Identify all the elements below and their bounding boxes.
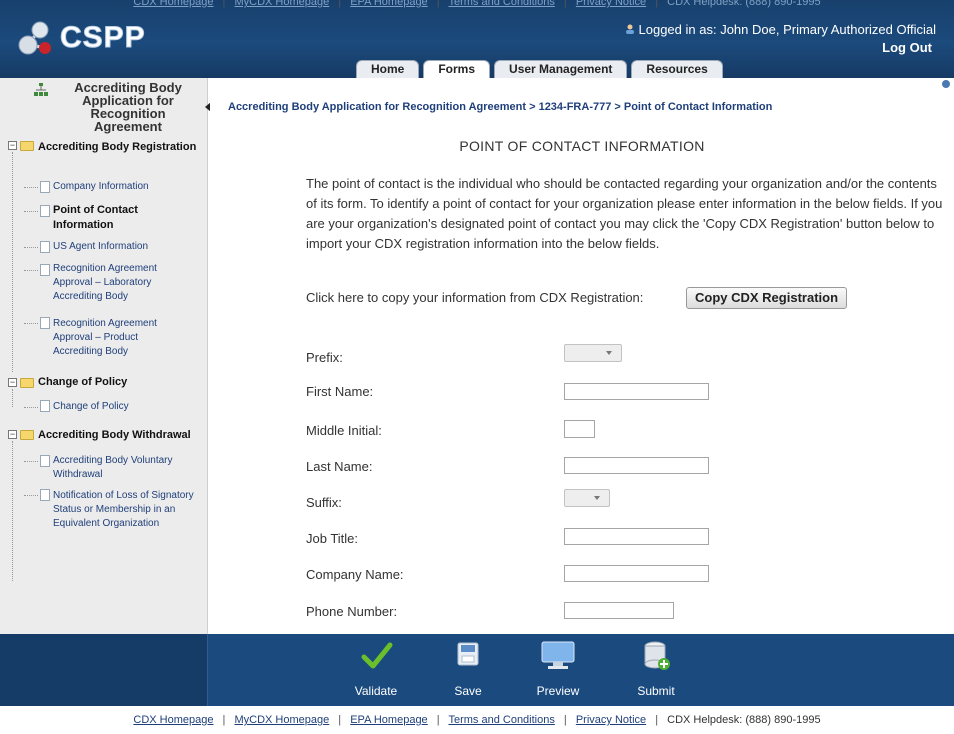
section-accrediting-body-withdrawal[interactable]: Accrediting Body Withdrawal: [38, 427, 191, 443]
suffix-select[interactable]: [564, 489, 610, 507]
document-icon: [40, 181, 50, 193]
sidebar-item-point-of-contact[interactable]: Point of Contact Information: [53, 203, 163, 233]
footer-link-terms[interactable]: Terms and Conditions: [448, 714, 554, 726]
header-bar: CDX Homepage | MyCDX Homepage | EPA Home…: [0, 0, 954, 78]
save-label: Save: [454, 684, 482, 698]
submit-label: Submit: [637, 684, 675, 698]
middle-initial-label: Middle Initial:: [306, 423, 382, 438]
logo-molecule-icon: [16, 18, 56, 58]
top-link-terms[interactable]: Terms and Conditions: [448, 0, 554, 8]
user-icon: [625, 22, 635, 34]
company-name-label: Company Name:: [306, 567, 404, 582]
tab-resources[interactable]: Resources: [631, 60, 723, 78]
sidebar-item-change-of-policy[interactable]: Change of Policy: [53, 399, 203, 415]
logout-link[interactable]: Log Out: [882, 40, 932, 55]
checkmark-icon: [361, 642, 393, 669]
phone-number-label: Phone Number:: [306, 604, 398, 619]
footer: CDX Homepage | MyCDX Homepage | EPA Home…: [133, 714, 821, 726]
validate-label: Validate: [354, 684, 398, 698]
sidebar-title: Accrediting Body Application for Recogni…: [74, 80, 182, 134]
form-tree-icon: [34, 83, 48, 97]
copy-cdx-registration-button[interactable]: Copy CDX Registration: [686, 287, 848, 309]
page-title: POINT OF CONTACT INFORMATION: [459, 138, 705, 154]
job-title-label: Job Title:: [306, 531, 359, 546]
last-name-input[interactable]: [564, 457, 709, 474]
main-tabs: Home Forms User Management Resources: [356, 60, 727, 78]
suffix-label: Suffix:: [306, 495, 342, 510]
top-link-epa-homepage[interactable]: EPA Homepage: [350, 0, 427, 8]
dropdown-caret-icon: [594, 496, 600, 500]
preview-button[interactable]: Preview: [523, 634, 593, 706]
phone-number-input[interactable]: [564, 602, 674, 619]
logged-in-text: Logged in as: John Doe, Primary Authoriz…: [638, 22, 936, 37]
document-icon: [40, 400, 50, 412]
sidebar-item-company-information[interactable]: Company Information: [53, 179, 203, 195]
collapse-expander-icon[interactable]: −: [8, 141, 17, 150]
document-icon: [40, 489, 50, 501]
first-name-label: First Name:: [306, 384, 374, 399]
help-icon[interactable]: [942, 80, 950, 88]
top-link-mycdx-homepage[interactable]: MyCDX Homepage: [234, 0, 329, 8]
folder-icon: [20, 378, 34, 388]
main-content: Accrediting Body Application for Recogni…: [210, 78, 954, 634]
monitor-icon: [541, 641, 575, 669]
folder-icon: [20, 141, 34, 151]
breadcrumb[interactable]: Accrediting Body Application for Recogni…: [228, 101, 772, 113]
sidebar-item-notification-of-loss[interactable]: Notification of Loss of Signatory Status…: [53, 489, 201, 531]
folder-icon: [20, 430, 34, 440]
footer-helpdesk: CDX Helpdesk: (888) 890-1995: [667, 714, 821, 726]
top-link-cdx-homepage[interactable]: CDX Homepage: [133, 0, 213, 8]
top-links: CDX Homepage | MyCDX Homepage | EPA Home…: [0, 0, 954, 10]
sidebar-navigation: Accrediting Body Application for Recogni…: [0, 78, 211, 634]
section-accrediting-body-registration[interactable]: Accrediting Body Registration: [38, 139, 198, 155]
footer-link-epa-homepage[interactable]: EPA Homepage: [350, 714, 427, 726]
top-helpdesk: CDX Helpdesk: (888) 890-1995: [667, 0, 821, 8]
footer-link-cdx-homepage[interactable]: CDX Homepage: [133, 714, 213, 726]
first-name-input[interactable]: [564, 383, 709, 400]
section-change-of-policy[interactable]: Change of Policy: [38, 374, 127, 390]
copy-cdx-label: Click here to copy your information from…: [306, 290, 644, 305]
document-icon: [40, 205, 50, 217]
tab-user-management[interactable]: User Management: [494, 60, 628, 78]
preview-label: Preview: [536, 684, 580, 698]
company-name-input[interactable]: [564, 565, 709, 582]
submit-button[interactable]: Submit: [621, 634, 691, 706]
document-icon: [40, 317, 50, 329]
cspp-logo[interactable]: CSPP: [16, 18, 146, 58]
collapse-expander-icon[interactable]: −: [8, 378, 17, 387]
document-icon: [40, 455, 50, 467]
validate-button[interactable]: Validate: [341, 634, 411, 706]
sidebar-item-voluntary-withdrawal[interactable]: Accrediting Body Voluntary Withdrawal: [53, 454, 193, 482]
intro-text: The point of contact is the individual w…: [306, 176, 943, 251]
document-icon: [40, 264, 50, 276]
footer-link-mycdx-homepage[interactable]: MyCDX Homepage: [234, 714, 329, 726]
save-button[interactable]: Save: [433, 634, 503, 706]
footer-link-privacy[interactable]: Privacy Notice: [576, 714, 646, 726]
action-bar: Validate Save Preview Submit: [0, 634, 954, 706]
collapse-expander-icon[interactable]: −: [8, 430, 17, 439]
last-name-label: Last Name:: [306, 459, 373, 474]
logo-text: CSPP: [60, 21, 146, 55]
floppy-disk-icon: [457, 642, 479, 666]
job-title-input[interactable]: [564, 528, 709, 545]
document-icon: [40, 241, 50, 253]
tab-forms[interactable]: Forms: [423, 60, 491, 78]
sidebar-item-us-agent[interactable]: US Agent Information: [53, 239, 203, 255]
database-add-icon: [644, 641, 670, 670]
prefix-label: Prefix:: [306, 350, 343, 365]
tab-home[interactable]: Home: [356, 60, 420, 78]
top-link-privacy[interactable]: Privacy Notice: [576, 0, 646, 8]
sidebar-item-recognition-product[interactable]: Recognition Agreement Approval – Product…: [53, 317, 181, 359]
sidebar-item-recognition-laboratory[interactable]: Recognition Agreement Approval – Laborat…: [53, 262, 181, 304]
prefix-select[interactable]: [564, 344, 622, 362]
middle-initial-input[interactable]: [564, 420, 595, 438]
logged-in-status: Logged in as: John Doe, Primary Authoriz…: [625, 22, 936, 37]
dropdown-caret-icon: [606, 351, 612, 355]
